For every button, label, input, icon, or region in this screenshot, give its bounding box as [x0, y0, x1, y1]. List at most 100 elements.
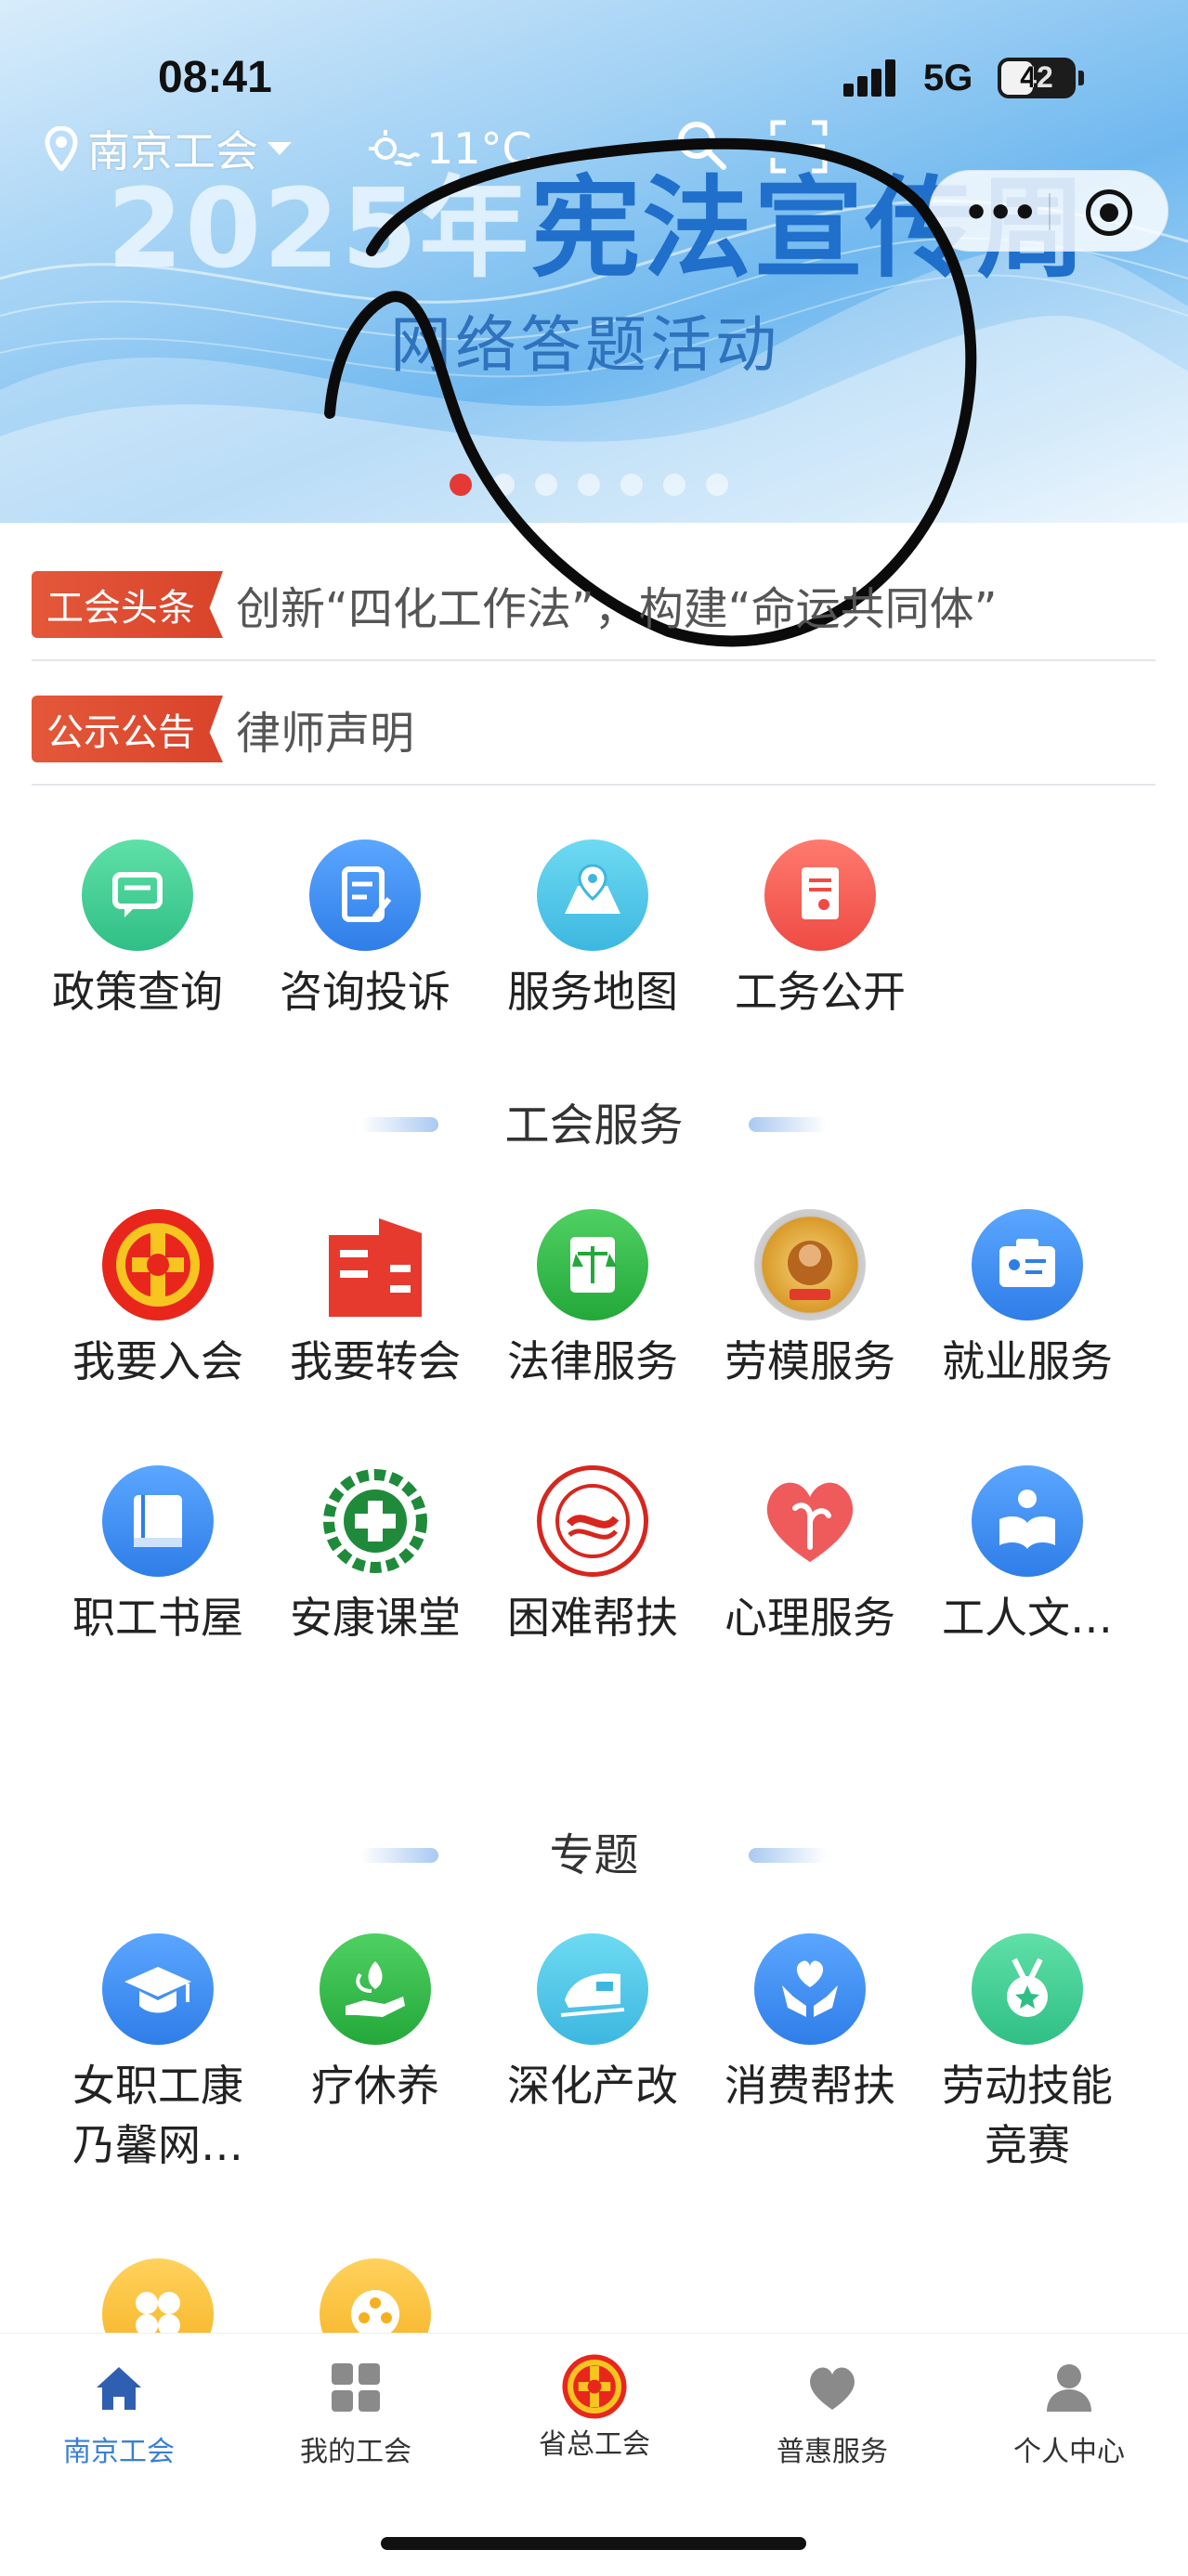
- service-label: 工人文…: [942, 1593, 1113, 1643]
- document-edit-icon: [309, 839, 421, 951]
- topic-label: 女职工康乃馨网…: [72, 2061, 243, 2171]
- quick-link-label: 工务公开: [735, 967, 906, 1017]
- service-join-union[interactable]: 我要入会: [65, 1209, 251, 1391]
- scan-icon[interactable]: [769, 117, 829, 176]
- topic-industry-reform[interactable]: 深化产改: [500, 1933, 685, 2115]
- service-worker-library[interactable]: 职工书屋: [65, 1465, 251, 1647]
- tab-label: 省总工会: [539, 2428, 650, 2461]
- haze-weather-icon: [369, 130, 421, 167]
- announcement-tag: 公示公告: [32, 696, 223, 762]
- building-icon: [320, 1209, 431, 1321]
- battery-tip: [1078, 71, 1084, 85]
- topic-label: 疗休养: [311, 2061, 439, 2111]
- tab-my-union[interactable]: 我的工会: [254, 2360, 458, 2469]
- safety-cross-gear-icon: [320, 1465, 431, 1577]
- location-label: 南京工会: [87, 126, 258, 176]
- union-emblem-icon: [102, 1209, 214, 1321]
- topic-consumption-aid[interactable]: 消费帮扶: [717, 1933, 903, 2115]
- carousel-dot[interactable]: [450, 474, 472, 496]
- quick-link-affairs[interactable]: 工务公开: [727, 839, 913, 1021]
- tab-label: 我的工会: [300, 2436, 411, 2468]
- quick-link-policy[interactable]: 政策查询: [45, 839, 230, 1021]
- quick-link-label: 政策查询: [52, 967, 223, 1017]
- service-label: 劳模服务: [725, 1336, 895, 1386]
- graduation-cap-icon: [102, 1933, 214, 2045]
- service-transfer-union[interactable]: 我要转会: [282, 1209, 468, 1391]
- topic-label: 深化产改: [507, 2061, 678, 2111]
- topic-label: 劳动技能竞赛: [942, 2061, 1113, 2171]
- carousel-dot[interactable]: [578, 474, 600, 496]
- tab-benefit-services[interactable]: 普惠服务: [730, 2360, 934, 2469]
- tab-label: 个人中心: [1013, 2436, 1125, 2468]
- section-decoration-right: [749, 1117, 827, 1132]
- home-icon: [97, 2367, 141, 2410]
- service-worker-culture[interactable]: 工人文…: [934, 1465, 1120, 1647]
- search-icon[interactable]: [673, 117, 729, 173]
- section-title-union-services: 工会服务: [504, 1099, 684, 1151]
- signal-icon: [843, 59, 907, 97]
- carousel-indicator[interactable]: [450, 474, 728, 496]
- topic-skills-competition[interactable]: 劳动技能竞赛: [934, 1933, 1120, 2176]
- aid-seal-icon: [537, 1465, 648, 1577]
- hands-heart-icon: [754, 1933, 866, 2045]
- tab-provincial-union[interactable]: 省总工会: [492, 2354, 697, 2462]
- train-icon: [537, 1933, 648, 2045]
- topic-label: 消费帮扶: [725, 2061, 895, 2111]
- section-title-topics: 专题: [549, 1829, 639, 1881]
- banner-title-year: 2025年: [107, 164, 531, 293]
- topic-female-worker[interactable]: 女职工康乃馨网…: [65, 1933, 251, 2176]
- medal-icon: [972, 1933, 1083, 2045]
- network-type: 5G: [923, 58, 973, 98]
- chevron-down-icon: [268, 142, 292, 155]
- hand-leaf-icon: [320, 1933, 431, 2045]
- carousel-dot[interactable]: [706, 474, 728, 496]
- capsule-divider: [1049, 193, 1051, 230]
- announcement-text[interactable]: 律师声明: [236, 696, 414, 761]
- carousel-dot[interactable]: [620, 474, 643, 496]
- service-psychology[interactable]: 心理服务: [717, 1465, 903, 1647]
- weather-widget: 11°C: [367, 121, 532, 176]
- close-miniprogram-icon[interactable]: [1086, 189, 1132, 236]
- headline-text[interactable]: 创新“四化工作法”，构建“命运共同体”: [236, 572, 997, 637]
- map-icon: [537, 839, 648, 951]
- announcement-news-row[interactable]: 公示公告 律师声明: [32, 674, 1155, 786]
- miniprogram-capsule[interactable]: •••: [929, 170, 1168, 252]
- temperature: 11°C: [426, 124, 532, 174]
- carousel-dot[interactable]: [663, 474, 685, 496]
- report-icon: [764, 839, 876, 951]
- service-label: 心理服务: [725, 1593, 895, 1643]
- service-label: 我要入会: [72, 1336, 243, 1386]
- location-selector[interactable]: 南京工会: [45, 121, 292, 176]
- service-label: 我要转会: [290, 1336, 461, 1386]
- quick-link-label: 服务地图: [507, 967, 678, 1017]
- headline-news-row[interactable]: 工会头条 创新“四化工作法”，构建“命运共同体”: [32, 550, 1155, 661]
- service-label: 就业服务: [942, 1336, 1113, 1386]
- topic-recuperation[interactable]: 疗休养: [282, 1933, 468, 2115]
- book-icon: [102, 1465, 214, 1577]
- tab-nanjing-union[interactable]: 南京工会: [17, 2360, 221, 2469]
- carousel-dot[interactable]: [535, 474, 557, 496]
- carousel-dot[interactable]: [492, 474, 515, 496]
- heart-icon: [810, 2367, 855, 2410]
- battery-icon: 42: [998, 58, 1076, 98]
- more-options-icon[interactable]: •••: [963, 189, 1038, 237]
- service-legal[interactable]: 法律服务: [500, 1209, 685, 1391]
- quick-link-consult[interactable]: 咨询投诉: [272, 839, 458, 1021]
- banner-subtitle: 网络答题活动: [390, 309, 780, 381]
- service-model-worker[interactable]: 劳模服务: [717, 1209, 903, 1391]
- battery-level: 42: [1020, 60, 1053, 94]
- tab-label: 南京工会: [63, 2436, 175, 2468]
- home-indicator[interactable]: [381, 2537, 806, 2550]
- service-hardship-aid[interactable]: 困难帮扶: [500, 1465, 685, 1647]
- quick-link-map[interactable]: 服务地图: [500, 839, 685, 1021]
- headline-tag: 工会头条: [32, 571, 223, 638]
- quick-link-label: 咨询投诉: [280, 967, 450, 1017]
- status-time: 08:41: [158, 53, 272, 102]
- status-bar: 08:41 5G 42: [0, 0, 1188, 111]
- tab-personal-center[interactable]: 个人中心: [967, 2360, 1171, 2469]
- service-health-class[interactable]: 安康课堂: [282, 1465, 468, 1647]
- service-employment[interactable]: 就业服务: [934, 1209, 1120, 1391]
- tab-label: 普惠服务: [777, 2436, 888, 2468]
- heart-leaf-icon: [754, 1465, 866, 1577]
- service-label: 职工书屋: [72, 1593, 243, 1643]
